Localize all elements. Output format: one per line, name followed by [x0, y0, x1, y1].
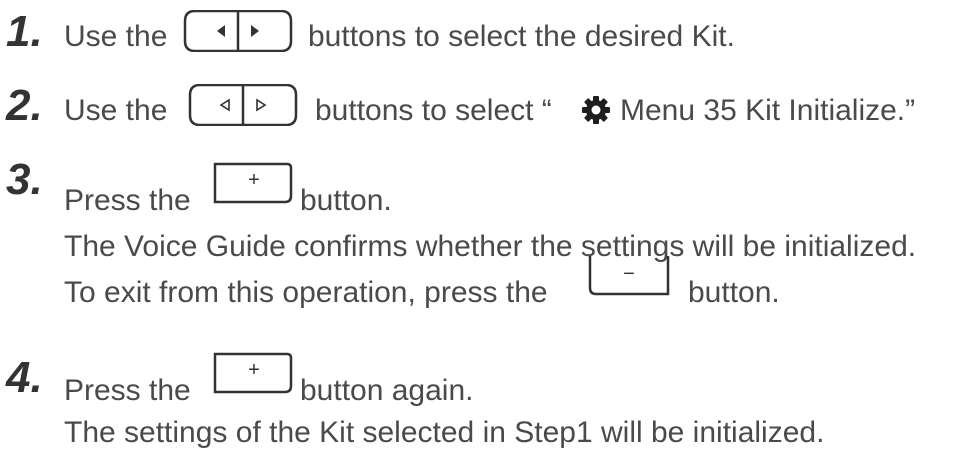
step-3-pre: Press the [64, 184, 191, 217]
plus-button-icon-2: + [213, 352, 293, 394]
gear-icon [580, 94, 612, 131]
svg-text:−: − [623, 263, 635, 285]
step-4-pre: Press the [64, 374, 191, 407]
step-2-number: 2. [6, 81, 43, 130]
right-arrow-outline-icon [256, 98, 267, 112]
step-1-pre: Use the [64, 20, 168, 53]
minus-button-icon: − [588, 254, 670, 296]
right-arrow-icon [251, 25, 259, 37]
step-2-post-prefix: buttons to select “ [315, 94, 552, 127]
left-arrow-outline-icon [219, 98, 230, 112]
step-3-number: 3. [6, 155, 43, 204]
step-4-number: 4. [6, 353, 43, 402]
step-2-post-suffix: Menu 35 Kit Initialize.” [620, 94, 916, 127]
svg-text:+: + [248, 169, 260, 191]
left-right-outline-buttons [188, 84, 298, 126]
step-3-post: button. [300, 184, 392, 217]
step-1-number: 1. [6, 7, 43, 56]
plus-button-icon: + [213, 162, 293, 204]
step-4-post: button again. [300, 374, 474, 407]
step-2-pre: Use the [64, 94, 168, 127]
step-3-exit-pre: To exit from this operation, press the [64, 276, 548, 309]
left-arrow-icon [217, 25, 225, 37]
left-right-buttons [183, 10, 293, 52]
step-3-line-1: The Voice Guide confirms whether the set… [64, 230, 917, 263]
step-4-line-1: The settings of the Kit selected in Step… [64, 416, 825, 449]
step-1-post: buttons to select the desired Kit. [308, 20, 735, 53]
step-3-exit-post: button. [688, 276, 780, 309]
svg-text:+: + [248, 359, 260, 381]
